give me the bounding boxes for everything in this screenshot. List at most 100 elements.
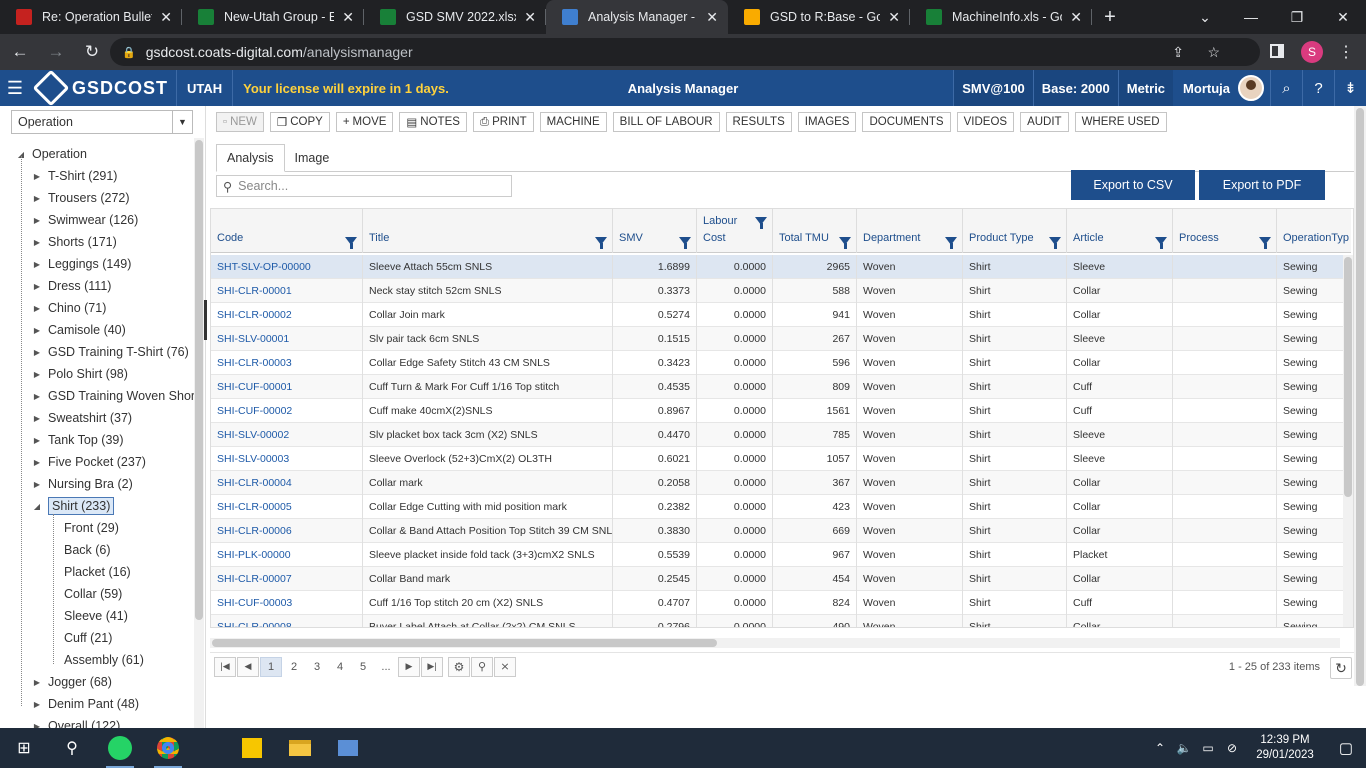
table-row[interactable]: SHI-PLK-00000 Sleeve placket inside fold … xyxy=(211,543,1351,567)
column-header-tmu[interactable]: Total TMU xyxy=(773,209,857,253)
column-filter-icon[interactable] xyxy=(945,237,957,249)
page-number[interactable]: 1 xyxy=(260,656,282,677)
page-number[interactable]: ... xyxy=(375,657,397,677)
copy-button[interactable]: ❐ COPY xyxy=(269,112,330,132)
machine-button[interactable]: MACHINE xyxy=(539,112,607,132)
column-header-process[interactable]: Process xyxy=(1173,209,1277,253)
tree-item[interactable]: Cuff (21) xyxy=(48,628,112,648)
chevron-up-icon[interactable]: ⌃ xyxy=(1148,741,1172,755)
column-header-optype[interactable]: OperationTyp xyxy=(1277,209,1353,253)
hamburger-menu-icon[interactable]: ☰ xyxy=(0,78,30,99)
page-number[interactable]: 2 xyxy=(283,657,305,677)
windows-start-icon[interactable]: ⊞ xyxy=(0,728,48,768)
column-filter-icon[interactable] xyxy=(1049,237,1061,249)
table-row[interactable]: SHI-CLR-00006 Collar & Band Attach Positi… xyxy=(211,519,1351,543)
table-row[interactable]: SHI-CUF-00002 Cuff make 40cmX(2)SNLS 0.896… xyxy=(211,399,1351,423)
browser-menu-icon[interactable]: ⋮ xyxy=(1338,42,1354,62)
column-filter-icon[interactable] xyxy=(1155,237,1167,249)
expand-arrow-icon[interactable]: ▶ xyxy=(32,436,42,445)
tree-item[interactable]: ▶ Overall (122) xyxy=(32,716,120,728)
export-csv-button[interactable]: Export to CSV xyxy=(1071,170,1195,200)
chrome-icon[interactable] xyxy=(144,728,192,768)
tree-item[interactable]: ▶ Jogger (68) xyxy=(32,672,112,692)
network-icon[interactable]: ▭ xyxy=(1196,741,1220,755)
notifications-icon[interactable]: ▢ xyxy=(1326,739,1366,757)
tree-item[interactable]: Sleeve (41) xyxy=(48,606,128,626)
expand-arrow-icon[interactable]: ▶ xyxy=(32,678,42,687)
tree-item[interactable]: ◢ Shirt (233) xyxy=(32,496,115,516)
close-tab-icon[interactable]: ✕ xyxy=(160,9,172,26)
chevron-down-icon[interactable]: ▼ xyxy=(172,111,192,133)
table-row[interactable]: SHI-CLR-00005 Collar Edge Cutting with mi… xyxy=(211,495,1351,519)
browser-tab[interactable]: Re: Operation Bulletin ✕ xyxy=(0,0,182,34)
column-header-article[interactable]: Article xyxy=(1067,209,1173,253)
page-scrollbar[interactable] xyxy=(1354,106,1366,686)
tree-item[interactable]: Back (6) xyxy=(48,540,111,560)
new-tab-icon[interactable]: + xyxy=(1092,0,1128,34)
refresh-icon[interactable]: ↻ xyxy=(1330,657,1352,679)
new-button[interactable]: ▫ NEW xyxy=(216,112,264,132)
browser-tab[interactable]: MachineInfo.xls - Goo ✕ xyxy=(910,0,1092,34)
column-header-title[interactable]: Title xyxy=(363,209,613,253)
tree-item[interactable]: ▶ Leggings (149) xyxy=(32,254,131,274)
first-page-icon[interactable]: |◀ xyxy=(214,656,236,677)
close-tab-icon[interactable]: ✕ xyxy=(524,9,536,26)
tree-item[interactable]: ▶ Tank Top (39) xyxy=(32,430,124,450)
expand-arrow-icon[interactable]: ▶ xyxy=(32,172,42,181)
side-panel-icon[interactable] xyxy=(1270,44,1284,58)
table-row[interactable]: SHI-CLR-00004 Collar mark 0.2058 0.0000 367 W… xyxy=(211,471,1351,495)
tree-item[interactable]: ▶ GSD Training Woven Shor xyxy=(32,386,194,406)
expand-arrow-icon[interactable]: ▶ xyxy=(32,194,42,203)
tree-item[interactable]: Front (29) xyxy=(48,518,119,538)
expand-arrow-icon[interactable]: ▶ xyxy=(32,282,42,291)
expand-arrow-icon[interactable]: ▶ xyxy=(32,458,42,467)
page-number[interactable]: 3 xyxy=(306,657,328,677)
tree-item[interactable]: ▶ Camisole (40) xyxy=(32,320,126,340)
tree-item[interactable]: ▶ Shorts (171) xyxy=(32,232,117,252)
close-tab-icon[interactable]: ✕ xyxy=(706,9,718,26)
column-filter-icon[interactable] xyxy=(595,237,607,249)
browser-tab[interactable]: Analysis Manager - GS ✕ xyxy=(546,0,728,34)
tree-item[interactable]: ▶ Chino (71) xyxy=(32,298,106,318)
settings-gear-icon[interactable]: ⚙ xyxy=(448,656,470,677)
column-header-smv[interactable]: SMV xyxy=(613,209,697,253)
tree-item[interactable]: ▶ T-Shirt (291) xyxy=(32,166,118,186)
tree-item[interactable]: ▶ Five Pocket (237) xyxy=(32,452,146,472)
page-number[interactable]: 5 xyxy=(352,657,374,677)
tab-analysis[interactable]: Analysis xyxy=(216,144,285,172)
expand-arrow-icon[interactable]: ▶ xyxy=(32,392,42,401)
expand-arrow-icon[interactable]: ▶ xyxy=(32,326,42,335)
volume-icon[interactable]: 🔈 xyxy=(1172,741,1196,755)
reload-icon[interactable]: ↻ xyxy=(76,38,108,66)
pane-splitter[interactable] xyxy=(204,300,207,340)
column-header-ptype[interactable]: Product Type xyxy=(963,209,1067,253)
table-row[interactable]: SHI-CLR-00003 Collar Edge Safety Stitch 4… xyxy=(211,351,1351,375)
browser-tab[interactable]: GSD to R:Base - Goog ✕ xyxy=(728,0,910,34)
tree-item[interactable]: ▶ Dress (111) xyxy=(32,276,112,296)
taskbar-search-icon[interactable]: ⚲ xyxy=(48,728,96,768)
export-pdf-button[interactable]: Export to PDF xyxy=(1199,170,1325,200)
collapse-arrow-icon[interactable]: ◢ xyxy=(32,502,42,511)
close-tab-icon[interactable]: ✕ xyxy=(1070,9,1082,26)
audit-button[interactable]: AUDIT xyxy=(1020,112,1069,132)
tree-item[interactable]: Assembly (61) xyxy=(48,650,144,670)
close-tab-icon[interactable]: ✕ xyxy=(342,9,354,26)
search-input[interactable]: ⚲ Search... xyxy=(216,175,512,197)
table-row[interactable]: SHI-CLR-00002 Collar Join mark 0.5274 0.000… xyxy=(211,303,1351,327)
column-filter-icon[interactable] xyxy=(345,237,357,249)
expand-arrow-icon[interactable]: ▶ xyxy=(32,238,42,247)
tree-item[interactable]: ◢ Operation xyxy=(16,144,87,164)
close-tab-icon[interactable]: ✕ xyxy=(888,9,900,26)
documents-button[interactable]: DOCUMENTS xyxy=(862,112,951,132)
share-icon[interactable]: ⇪ xyxy=(1172,44,1184,61)
table-row[interactable]: SHT-SLV-OP-00000 Sleeve Attach 55cm SNLS 1… xyxy=(211,255,1351,279)
units-setting[interactable]: Metric xyxy=(1117,70,1174,106)
column-header-labour[interactable]: Labour Cost xyxy=(697,209,773,253)
expand-arrow-icon[interactable]: ▶ xyxy=(32,480,42,489)
table-row[interactable]: SHI-CLR-00008 Buyer Label Attach at Colla… xyxy=(211,615,1351,627)
grid-horizontal-scrollbar[interactable] xyxy=(210,638,1340,648)
tab-search-icon[interactable]: ⌄ xyxy=(1182,0,1228,34)
tree-item[interactable]: ▶ Swimwear (126) xyxy=(32,210,138,230)
column-header-dept[interactable]: Department xyxy=(857,209,963,253)
table-row[interactable]: SHI-CLR-00001 Neck stay stitch 52cm SNLS 0… xyxy=(211,279,1351,303)
